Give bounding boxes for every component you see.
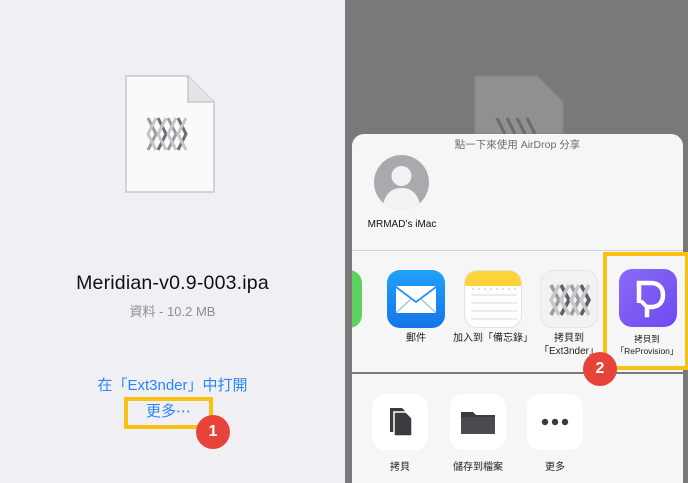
share-sheet-actions: 拷貝 儲存到檔案 更多 [352,374,683,483]
step-1-badge: 1 [196,415,230,449]
airdrop-device-name: MRMAD’s iMac [367,219,437,230]
share-sheet-screen: 點一下來使用 AirDrop 分享 MRMAD’s iMac 郵件 加入到「備忘… [345,0,688,483]
ext3nder-icon [540,270,598,328]
file-preview-panel: Meridian-v0.9-003.ipa 資料 - 10.2 MB 在「Ext… [0,0,345,483]
step-2-badge: 2 [583,352,617,386]
notes-icon [464,270,522,328]
folder-icon [450,394,506,450]
open-in-ext3nder-link[interactable]: 在「Ext3nder」中打開 [0,374,345,395]
divider [352,250,683,251]
share-app-label: 郵件 [406,333,426,344]
airdrop-device-avatar[interactable] [374,155,429,210]
mail-icon [387,270,445,328]
file-meta: 資料 - 10.2 MB [129,304,216,319]
copy-icon [372,394,428,450]
more-dots-icon [527,394,583,450]
dimmed-document-icon [473,74,565,135]
action-label: 更多 [545,462,565,473]
action-label: 拷貝 [390,462,410,473]
reprovision-highlight-box [603,252,688,370]
airdrop-title: 點一下來使用 AirDrop 分享 [454,139,581,151]
action-label: 儲存到檔案 [453,462,503,473]
ipa-document-icon [124,74,216,194]
share-app-label: 加入到「備忘錄」 [453,333,533,344]
messages-icon [352,270,362,328]
file-name: Meridian-v0.9-003.ipa [76,272,269,294]
